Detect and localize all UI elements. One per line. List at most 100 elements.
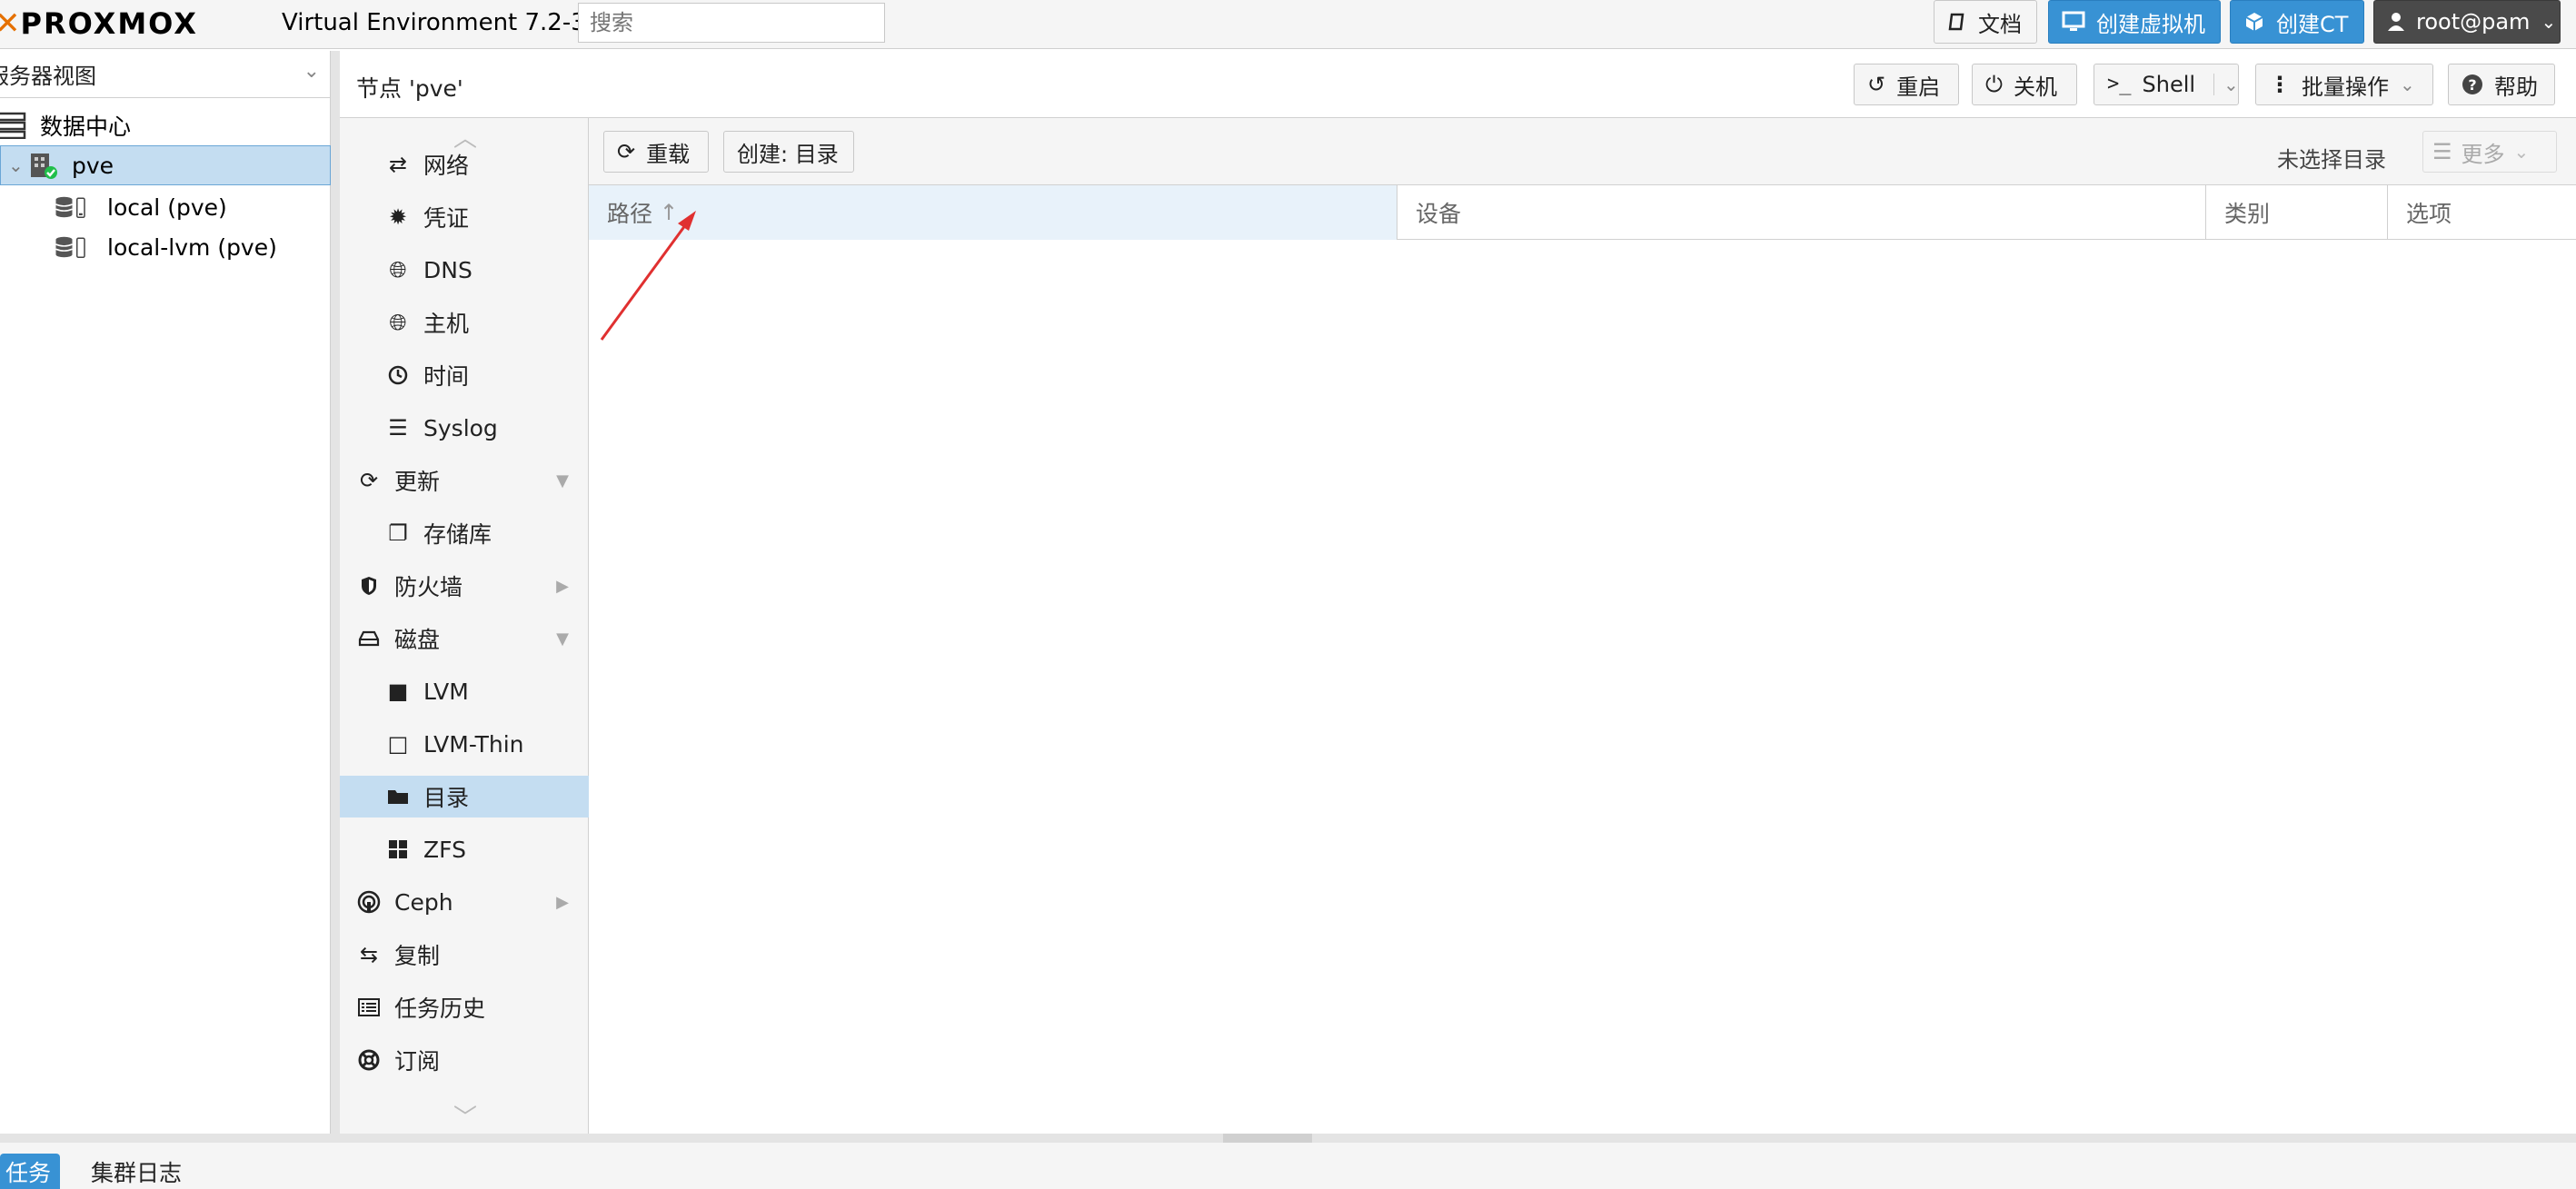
column-label: 选项 [2406,201,2452,227]
user-menu-button[interactable]: root@pam ⌄ [2373,0,2561,44]
nav-item-lvm-thin[interactable]: □ LVM-Thin [340,723,589,765]
create-ct-button[interactable]: 创建CT [2230,0,2364,44]
proxmox-logo[interactable]: ✕ PROXMOX [0,5,198,42]
tree-item-local-lvm[interactable]: local-lvm (pve) [0,227,331,267]
column-header-options[interactable]: 选项 [2388,185,2576,240]
scroll-down-icon[interactable]: ﹀ [453,1099,477,1133]
top-bar: ✕ PROXMOX Virtual Environment 7.2-3 文档 创… [0,0,2576,49]
nav-item-label: 时间 [423,363,470,390]
logo-x-mark: ✕ [0,5,21,42]
help-icon: ? [2462,74,2483,95]
docs-button[interactable]: 文档 [1934,0,2037,44]
cube-icon [2243,11,2265,33]
nav-item-updates[interactable]: ⟳ 更新 ▼ [340,460,589,501]
tree-item-label: local-lvm (pve) [107,233,277,261]
shell-button[interactable]: >_ Shell ⌄ [2094,64,2239,105]
list-icon: ☰ [388,415,408,441]
node-nav-menu: ︿ ⇄ 网络 ✹ 凭证 🌐︎ DNS 🌐︎ 主机 时间 ☰ Syslog ⟳ 更… [340,118,589,1134]
terminal-icon: >_ [2107,73,2132,95]
tab-cluster-log[interactable]: 集群日志 [78,1154,194,1189]
nav-item-label: 任务历史 [394,996,486,1022]
globe-icon: 🌐︎ [389,310,407,335]
version-label: Virtual Environment 7.2-3 [282,9,586,36]
help-button[interactable]: ? 帮助 [2448,64,2555,105]
tree-item-pve[interactable]: ⌄ pve [0,145,331,185]
tree-item-datacenter[interactable]: 数据中心 [0,105,331,145]
shutdown-button[interactable]: ⏻ 关机 [1972,64,2077,105]
hdd-icon [354,630,383,647]
nav-item-label: 复制 [394,943,441,969]
splitter-grip[interactable] [1223,1134,1312,1143]
clock-icon [383,365,413,385]
nav-item-label: 存储库 [423,521,492,548]
svg-text:?: ? [2468,76,2476,94]
undo-icon: ↺ [1867,72,1886,97]
chevron-down-icon: ⌄ [2400,74,2415,95]
chevron-down-icon: ⌄ [8,154,24,176]
files-icon: ❐ [388,520,408,546]
reboot-button[interactable]: ↺ 重启 [1854,64,1959,105]
refresh-icon: ⟳ [359,468,379,493]
column-label: 类别 [2224,201,2271,227]
monitor-icon [2062,11,2085,33]
nav-item-disks[interactable]: 磁盘 ▼ [340,618,589,659]
square-filled-icon: ■ [387,679,409,704]
ceph-icon [354,890,383,914]
nav-item-label: LVM [423,678,469,705]
search-input[interactable] [578,3,885,43]
nav-item-dns[interactable]: 🌐︎ DNS [340,249,589,291]
user-label: root@pam [2416,9,2531,35]
help-label: 帮助 [2494,74,2538,100]
nav-item-certificates[interactable]: ✹ 凭证 [340,196,589,238]
nav-item-directory[interactable]: 目录 [340,776,589,817]
page-title: 节点 'pve' [356,75,463,102]
create-ct-label: 创建CT [2276,11,2349,37]
retweet-icon: ⇆ [359,942,379,967]
nav-item-time[interactable]: 时间 [340,354,589,396]
chevron-down-icon: ⌄ [2513,141,2530,163]
user-icon [2387,12,2405,32]
vertical-splitter[interactable] [331,51,340,1134]
view-selector-label: 服务器视图 [0,64,96,89]
column-header-type[interactable]: 类别 [2206,185,2388,240]
chevron-down-icon: ⌄ [2541,11,2557,33]
bottom-panel: 任务 集群日志 [0,1143,2576,1189]
ellipsis-vertical-icon: ⋮ [2269,72,2291,97]
nav-item-subscription[interactable]: 订阅 [340,1039,589,1081]
nav-item-label: LVM-Thin [423,730,524,758]
column-header-device[interactable]: 设备 [1397,185,2206,240]
bulk-actions-button[interactable]: ⋮ 批量操作 ⌄ [2255,64,2433,105]
node-online-icon [26,149,59,182]
nav-item-repositories[interactable]: ❐ 存储库 [340,512,589,554]
more-label: 更多 [2461,141,2505,167]
view-selector[interactable]: 服务器视图 ⌄ [0,51,331,98]
chevron-down-icon[interactable]: ⌄ [2213,74,2239,95]
caret-right-icon: ▶ [556,892,569,912]
grid-header: 路径 ↑ 设备 类别 选项 [589,185,2576,240]
grid-body [589,240,2576,1134]
power-icon: ⏻ [1985,72,2003,97]
column-label: 设备 [1416,201,1462,227]
logo-text: PROXMOX [20,6,198,41]
node-header: 节点 'pve' ↺ 重启 ⏻ 关机 >_ Shell ⌄ ⋮ 批量操作 ⌄ ?… [340,51,2576,118]
caret-right-icon: ▶ [556,576,569,596]
nav-item-zfs[interactable]: ZFS [340,828,589,870]
nav-item-network[interactable]: ⇄ 网络 [340,144,589,185]
nav-item-replication[interactable]: ⇆ 复制 [340,934,589,976]
nav-item-task-history[interactable]: 任务历史 [340,986,589,1028]
more-button[interactable]: ☰ 更多 ⌄ [2422,131,2557,173]
selection-status: 未选择目录 [2277,147,2386,173]
nav-item-hosts[interactable]: 🌐︎ 主机 [340,302,589,343]
certificate-icon: ✹ [388,204,408,230]
tree-item-local[interactable]: local (pve) [0,187,331,227]
nav-item-lvm[interactable]: ■ LVM [340,670,589,712]
create-vm-button[interactable]: 创建虚拟机 [2048,0,2221,44]
shutdown-label: 关机 [2013,74,2057,100]
tab-tasks[interactable]: 任务 [0,1154,60,1189]
nav-item-ceph[interactable]: Ceph ▶ [340,881,589,923]
nav-item-firewall[interactable]: 防火墙 ▶ [340,565,589,607]
docs-label: 文档 [1978,11,2022,37]
nav-item-syslog[interactable]: ☰ Syslog [340,407,589,449]
nav-item-label: 凭证 [423,205,470,232]
horizontal-splitter[interactable] [0,1134,2576,1143]
